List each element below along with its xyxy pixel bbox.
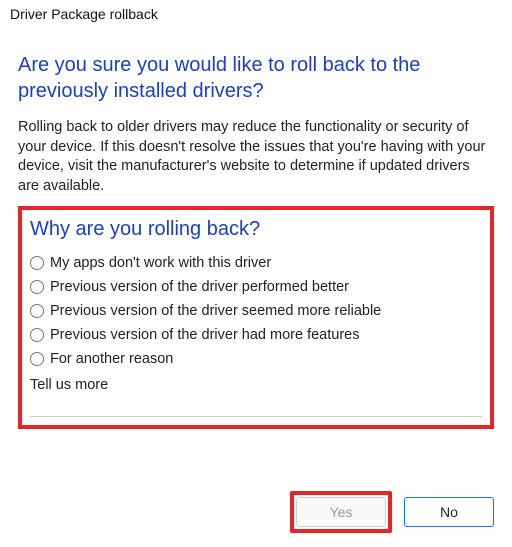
- yes-button-highlight: Yes: [290, 491, 392, 533]
- reason-radio-more-reliable[interactable]: [30, 304, 44, 318]
- yes-button[interactable]: Yes: [296, 497, 386, 527]
- reason-heading: Why are you rolling back?: [30, 218, 482, 241]
- no-button[interactable]: No: [404, 497, 494, 527]
- window-title: Driver Package rollback: [0, 0, 512, 26]
- reason-option-more-features[interactable]: Previous version of the driver had more …: [30, 327, 482, 343]
- dialog-content: Are you sure you would like to roll back…: [0, 26, 512, 429]
- tell-us-more-input[interactable]: [30, 397, 482, 417]
- reason-option-other[interactable]: For another reason: [30, 351, 482, 367]
- headline-text: Are you sure you would like to roll back…: [18, 52, 494, 104]
- reason-label: Previous version of the driver seemed mo…: [50, 303, 381, 319]
- reason-label: Previous version of the driver performed…: [50, 279, 349, 295]
- reason-option-more-reliable[interactable]: Previous version of the driver seemed mo…: [30, 303, 482, 319]
- reason-label: Previous version of the driver had more …: [50, 327, 359, 343]
- reason-radio-more-features[interactable]: [30, 328, 44, 342]
- reason-option-apps[interactable]: My apps don't work with this driver: [30, 255, 482, 271]
- reason-label: For another reason: [50, 351, 173, 367]
- reason-radio-apps[interactable]: [30, 256, 44, 270]
- description-text: Rolling back to older drivers may reduce…: [18, 118, 494, 196]
- reason-option-performed-better[interactable]: Previous version of the driver performed…: [30, 279, 482, 295]
- reason-radio-performed-better[interactable]: [30, 280, 44, 294]
- reason-label: My apps don't work with this driver: [50, 255, 271, 271]
- reason-radio-other[interactable]: [30, 352, 44, 366]
- reason-section-highlight: Why are you rolling back? My apps don't …: [18, 206, 494, 429]
- tell-us-more-label: Tell us more: [30, 377, 482, 393]
- dialog-buttons: Yes No: [290, 491, 494, 533]
- reason-options: My apps don't work with this driver Prev…: [30, 255, 482, 367]
- dialog-window: Driver Package rollback Are you sure you…: [0, 0, 512, 547]
